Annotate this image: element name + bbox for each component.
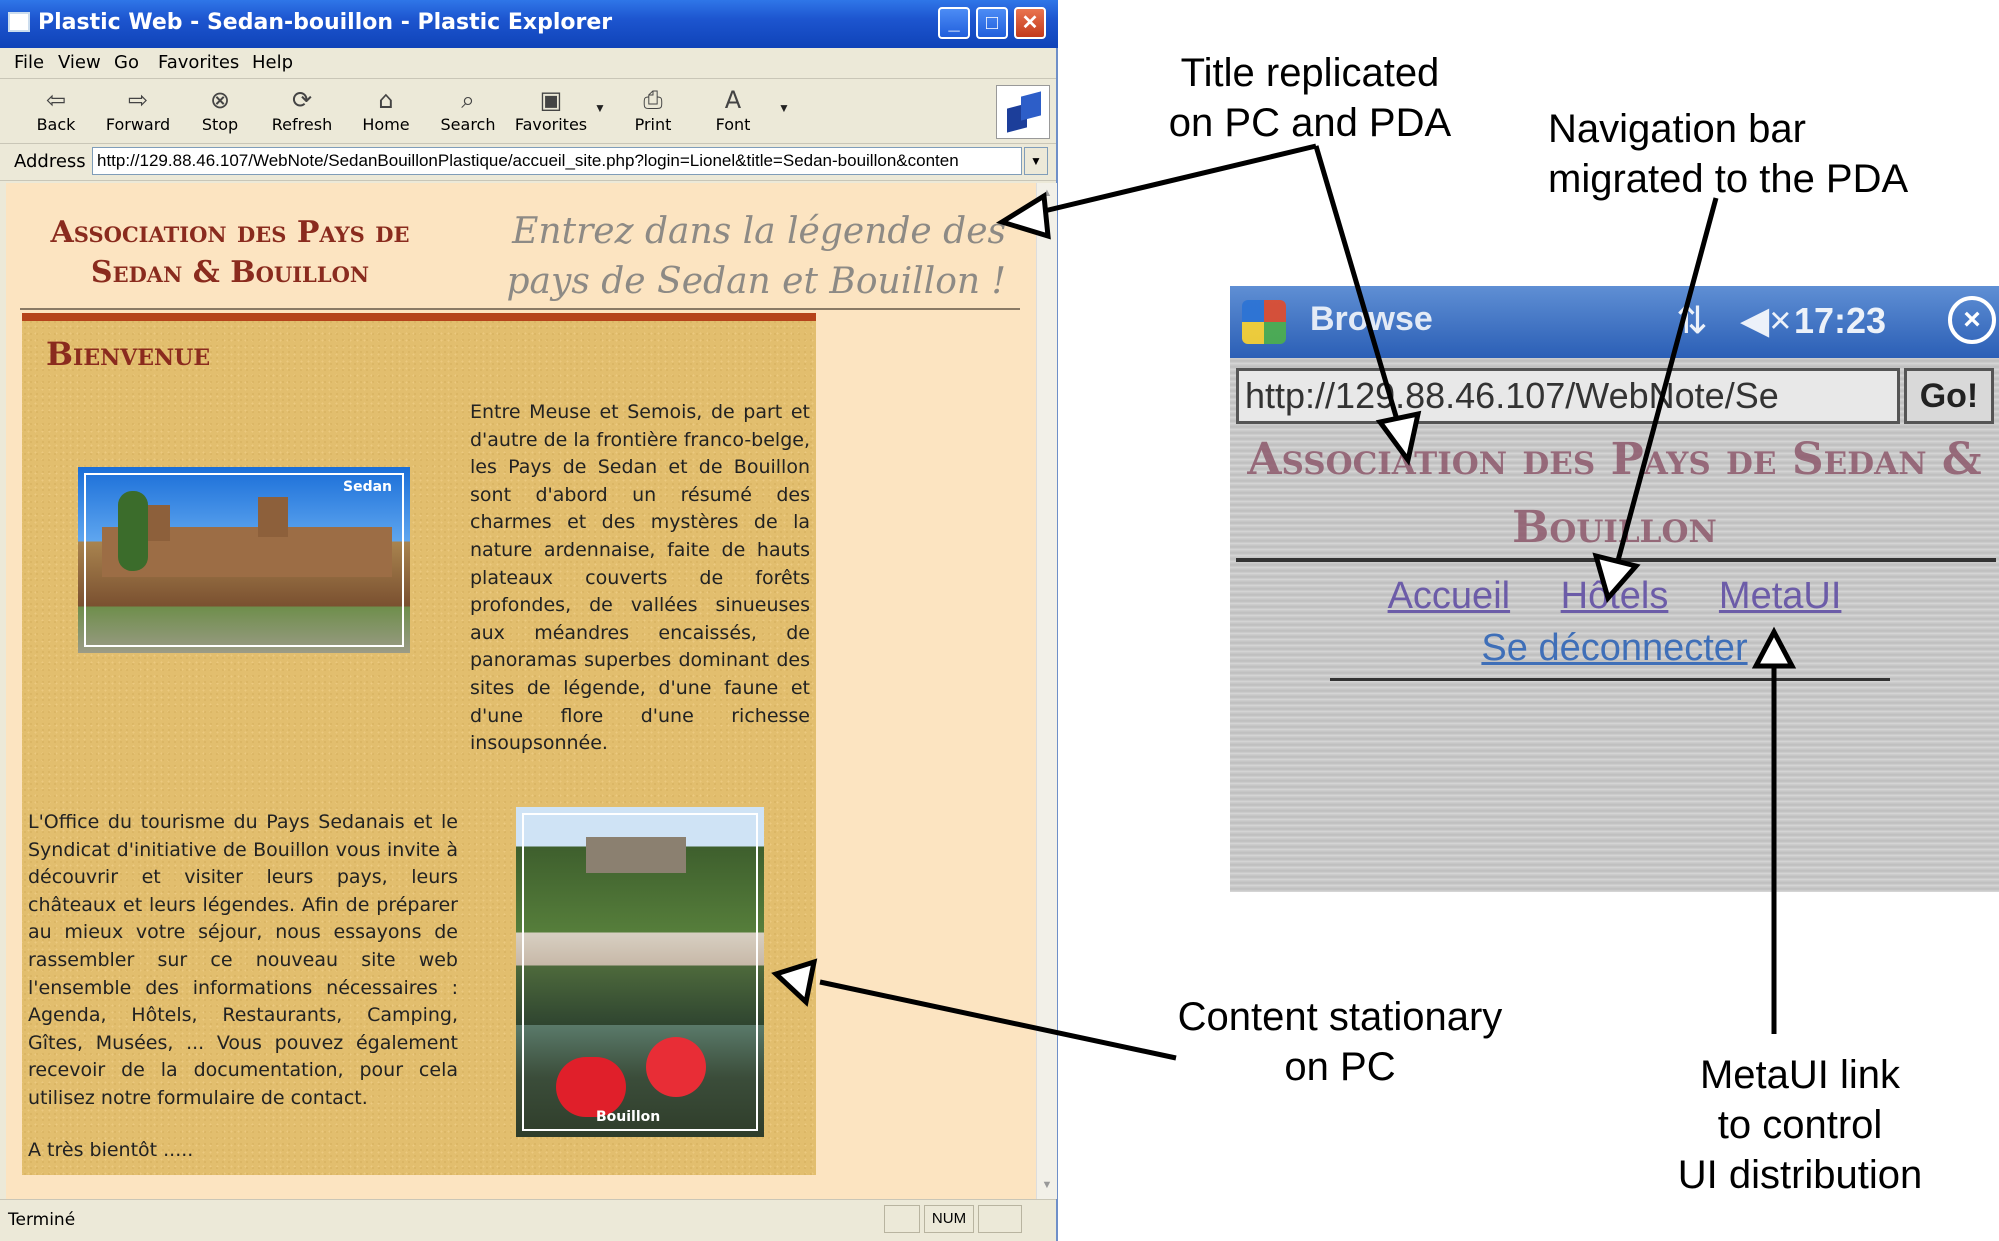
scroll-down-icon[interactable]: ▼	[1040, 1179, 1054, 1195]
sedan-photo: Sedan	[78, 467, 410, 653]
status-cell	[884, 1205, 920, 1233]
page-content: Association des Pays de Sedan & Bouillon…	[6, 183, 1036, 1199]
print-label: Print	[634, 115, 672, 134]
back-label: Back	[36, 115, 76, 134]
favorites-button[interactable]: ▣ Favorites	[508, 85, 594, 134]
status-cell	[978, 1205, 1022, 1233]
browser-window: Plastic Web - Sedan-bouillon - Plastic E…	[0, 0, 1058, 1241]
toolbar: ⇦ Back ⇨ Forward ⊗ Stop ⟳ Refresh ⌂ Home…	[0, 79, 1056, 144]
scroll-up-icon[interactable]: ▲	[1040, 187, 1054, 203]
minimize-button[interactable]: _	[938, 7, 970, 39]
home-label: Home	[362, 115, 410, 134]
font-button[interactable]: A Font	[706, 85, 760, 134]
maximize-button[interactable]: □	[976, 7, 1008, 39]
print-button[interactable]: ⎙ Print	[626, 85, 680, 134]
pda-nav-accueil[interactable]: Accueil	[1388, 575, 1511, 617]
vertical-scrollbar[interactable]: ▲ ▼	[1036, 183, 1057, 1199]
bouillon-caption: Bouillon	[596, 1109, 661, 1125]
arrow-to-pc-title	[1039, 143, 1317, 215]
forward-button[interactable]: ⇨ Forward	[100, 85, 176, 134]
search-icon: ⌕	[461, 86, 475, 114]
panel-top-bar	[22, 313, 816, 321]
pda-divider	[1236, 558, 1996, 562]
annotation-content-stationary: Content stationary on PC	[1177, 995, 1503, 1089]
address-label: Address	[14, 151, 86, 172]
close-icon: ✕	[1021, 12, 1039, 34]
favorites-label: Favorites	[514, 115, 588, 134]
header-divider	[20, 308, 1020, 310]
pda-url-input[interactable]: http://129.88.46.107/WebNote/Se	[1236, 368, 1900, 424]
minimize-icon: _	[948, 12, 960, 34]
pda-top-bar: Browse ⇅ ◀× 17:23 ×	[1230, 286, 1999, 358]
status-text: Terminé	[8, 1210, 76, 1230]
home-icon: ⌂	[378, 86, 394, 114]
tourism-paragraph: L'Office du tourisme du Pays Sedanais et…	[28, 811, 458, 1109]
stop-icon: ⊗	[209, 86, 231, 114]
menu-file[interactable]: File	[14, 52, 44, 73]
stop-label: Stop	[201, 115, 239, 134]
pda-logout-row: Se déconnecter	[1230, 622, 1999, 674]
forward-label: Forward	[105, 115, 171, 134]
maximize-icon: □	[985, 12, 999, 34]
address-input[interactable]: http://129.88.46.107/WebNote/SedanBouill…	[92, 147, 1022, 175]
pda-nav-hotels[interactable]: Hôtels	[1561, 575, 1669, 617]
refresh-button[interactable]: ⟳ Refresh	[264, 85, 340, 134]
intro-paragraph: Entre Meuse et Semois, de part et d'autr…	[470, 401, 810, 755]
menu-view[interactable]: View	[58, 52, 101, 73]
tagline: Entrez dans la légende des pays de Sedan…	[506, 211, 1007, 302]
font-label: Font	[715, 115, 751, 134]
pda-screen: Browse ⇅ ◀× 17:23 × http://129.88.46.107…	[1230, 286, 1999, 892]
title-bar: Plastic Web - Sedan-bouillon - Plastic E…	[0, 0, 1058, 48]
windows-start-icon[interactable]	[1242, 300, 1286, 344]
speaker-muted-icon[interactable]: ◀×	[1740, 298, 1791, 343]
org-title: Association des Pays de Sedan & Bouillon	[50, 215, 410, 290]
stop-button[interactable]: ⊗ Stop	[192, 85, 248, 134]
home-button[interactable]: ⌂ Home	[352, 85, 420, 134]
pda-logout-link[interactable]: Se déconnecter	[1481, 627, 1747, 669]
address-dropdown-icon[interactable]: ▼	[1024, 147, 1048, 175]
sedan-caption: Sedan	[342, 479, 392, 495]
search-label: Search	[440, 115, 496, 134]
back-arrow-icon: ⇦	[45, 86, 67, 114]
font-icon: A	[724, 86, 742, 114]
favorites-dropdown-icon[interactable]: ▼	[594, 101, 606, 115]
pda-title: Association des Pays de Sedan & Bouillon	[1247, 434, 1982, 553]
font-dropdown-icon[interactable]: ▼	[778, 101, 790, 115]
favorites-icon: ▣	[539, 86, 563, 114]
pda-divider	[1330, 678, 1890, 681]
refresh-icon: ⟳	[291, 86, 313, 114]
status-bar: Terminé NUM	[0, 1199, 1056, 1240]
menu-help[interactable]: Help	[252, 52, 293, 73]
num-lock-indicator: NUM	[924, 1205, 974, 1233]
annotation-metaui-link: MetaUI link to control UI distribution	[1677, 1053, 1923, 1197]
closing-line: A très bientôt .....	[28, 1139, 194, 1161]
search-button[interactable]: ⌕ Search	[432, 85, 504, 134]
pda-nav-metaui[interactable]: MetaUI	[1719, 575, 1841, 617]
pda-close-icon[interactable]: ×	[1948, 296, 1996, 344]
menu-go[interactable]: Go	[114, 52, 139, 73]
annotation-title-replicated: Title replicated on PC and PDA	[1168, 51, 1452, 145]
browser-logo-icon	[996, 85, 1050, 139]
menu-bar: File View Go Favorites Help	[0, 48, 1056, 79]
pda-go-button[interactable]: Go!	[1904, 368, 1994, 424]
back-button[interactable]: ⇦ Back	[26, 85, 86, 134]
bouillon-photo: Bouillon	[516, 807, 764, 1137]
section-title: Bienvenue	[46, 335, 211, 373]
window-title: Plastic Web - Sedan-bouillon - Plastic E…	[38, 10, 613, 35]
menu-favorites[interactable]: Favorites	[158, 52, 239, 73]
sync-icon: ⇅	[1676, 300, 1708, 342]
refresh-label: Refresh	[271, 115, 333, 134]
pda-clock: 17:23	[1794, 300, 1887, 341]
window-app-icon	[8, 12, 30, 32]
annotation-nav-migrated: Navigation bar migrated to the PDA	[1548, 107, 1909, 201]
pda-navigation-bar: Accueil Hôtels MetaUI	[1230, 570, 1999, 622]
forward-arrow-icon: ⇨	[127, 86, 149, 114]
print-icon: ⎙	[643, 86, 663, 114]
close-button[interactable]: ✕	[1014, 7, 1046, 39]
address-bar: Address http://129.88.46.107/WebNote/Sed…	[0, 144, 1056, 181]
pda-app-name: Browse	[1310, 300, 1433, 338]
